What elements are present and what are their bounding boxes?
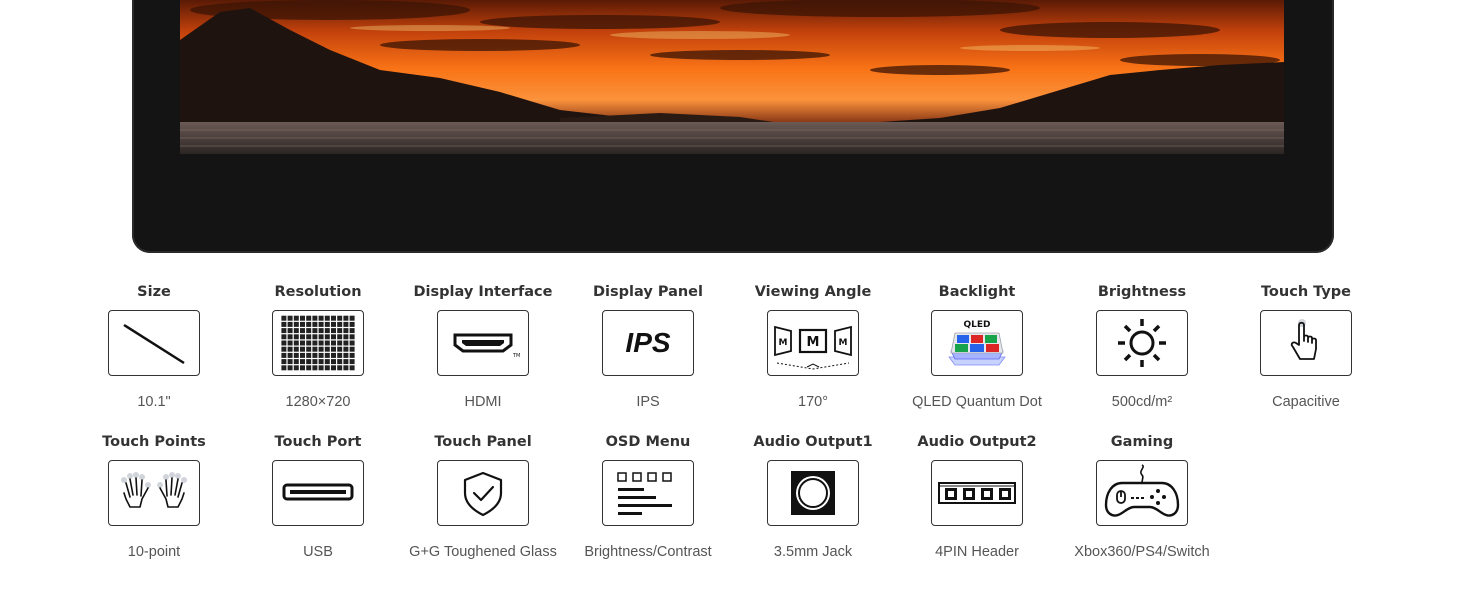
viewing-glyph-left: M [779,338,788,348]
spec-icon-box [1096,310,1188,376]
monitor-screen-image [180,0,1284,154]
spec-title: Display Panel [593,284,703,300]
spec-value: Brightness/Contrast [584,544,712,560]
spec-icon-box [437,460,529,526]
spec-display-panel: Display Panel IPS IPS [568,282,728,412]
spec-icon-box [1260,310,1352,376]
spec-audio-output1: Audio Output1 3.5mm Jack [733,432,893,562]
pin-header-icon [938,482,1016,504]
gamepad-icon [1104,464,1180,517]
spec-touch-points: Touch Points 10-point [74,432,234,562]
shield-check-icon [463,471,503,517]
spec-icon-box [272,460,364,526]
spec-value: 170° [798,394,828,410]
spec-icon-box [108,460,200,526]
spec-size: Size 10.1" [74,282,234,412]
ips-icon: IPS [625,327,671,358]
spec-icon-box [272,310,364,376]
spec-value: G+G Toughened Glass [409,544,557,560]
spec-title: Brightness [1097,284,1187,300]
audio-jack-icon [791,471,835,515]
viewing-angle-icon: M M M [774,325,852,370]
trademark-text: TM [512,353,520,359]
two-hands-icon [121,472,187,508]
sun-icon [1118,319,1166,367]
pixel-grid-icon [281,315,355,371]
spec-value: Capacitive [1272,394,1340,410]
spec-title: Resolution [274,284,362,300]
spec-value: 10.1" [137,394,171,410]
spec-title: Audio Output1 [753,434,873,450]
spec-value: 10-point [127,544,181,560]
spec-audio-output2: Audio Output2 4PIN Header [897,432,1057,562]
qled-icon: QLED [948,320,1006,366]
spec-touch-type: Touch Type Capacitive [1226,282,1386,412]
spec-title: Display Interface [413,284,553,300]
spec-icon-box [767,460,859,526]
spec-value: USB [303,544,333,560]
spec-value: Xbox360/PS4/Switch [1074,544,1210,560]
hdmi-port-icon: TM [453,333,520,359]
finger-touch-icon [1290,319,1317,360]
spec-touch-panel: Touch Panel G+G Toughened Glass [403,432,563,562]
spec-title: Touch Type [1260,284,1352,300]
spec-backlight: Backlight QLED QLED Quantum Dot [897,282,1057,412]
spec-value: 1280×720 [285,394,351,410]
usb-port-icon [282,483,354,501]
spec-value: 500cd/m² [1111,394,1173,410]
spec-icon-box: TM [437,310,529,376]
spec-icon-box: M M M [767,310,859,376]
monitor-bezel [132,0,1334,253]
viewing-glyph-right: M [839,338,848,348]
spec-value: 3.5mm Jack [773,544,853,560]
spec-value: IPS [636,394,660,410]
spec-icon-box [108,310,200,376]
spec-resolution: Resolution 1280×720 [238,282,398,412]
spec-value: HDMI [464,394,502,410]
diagonal-line-icon [123,323,185,365]
spec-title: Gaming [1110,434,1174,450]
spec-icon-box [1096,460,1188,526]
spec-title: Touch Port [274,434,362,450]
spec-value: 4PIN Header [935,544,1019,560]
spec-title: Backlight [938,284,1016,300]
qled-label: QLED [963,320,990,330]
spec-title: Size [137,284,171,300]
viewing-glyph-center: M [807,335,820,350]
spec-brightness: Brightness 500cd/m² [1062,282,1222,412]
spec-title: Audio Output2 [917,434,1037,450]
spec-title: OSD Menu [605,434,691,450]
spec-icon-box: QLED [931,310,1023,376]
spec-touch-port: Touch Port USB [238,432,398,562]
spec-value: QLED Quantum Dot [912,394,1042,410]
spec-title: Viewing Angle [754,284,872,300]
spec-icon-box [602,460,694,526]
osd-menu-icon [617,472,672,515]
spec-display-interface: Display Interface TM HDMI [403,282,563,412]
spec-title: Touch Points [102,434,206,450]
spec-title: Touch Panel [434,434,532,450]
spec-gaming: Gaming Xbox360/PS4/Switch [1062,432,1222,562]
spec-icon-box [931,460,1023,526]
spec-osd-menu: OSD Menu Brightness/Contrast [568,432,728,562]
spec-viewing-angle: Viewing Angle M M M 170° [733,282,893,412]
spec-icon-box: IPS [602,310,694,376]
